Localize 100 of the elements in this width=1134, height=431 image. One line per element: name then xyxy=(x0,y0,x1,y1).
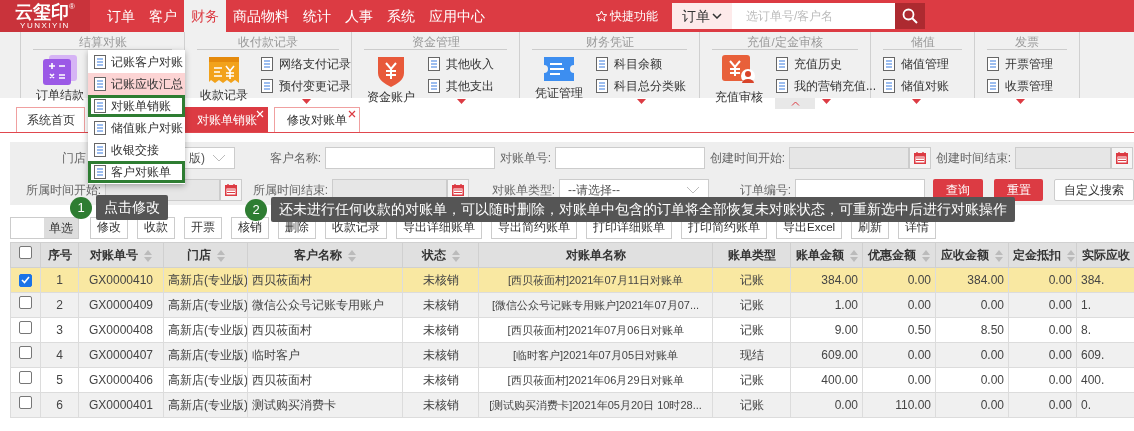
table-cell: 0.00 xyxy=(1048,323,1072,337)
ribbon-menu-item[interactable]: 充值历史 xyxy=(776,55,876,73)
chevron-down-icon xyxy=(212,154,226,162)
table-row[interactable]: 2 GX0000409 高新店(专业版) 微信公众号记账专用账户 未核销 [微信公众号记账专用账户]2021年07月07... 记账 1.00 0.00 0.00 0.00 1. xyxy=(10,292,1134,318)
table-row[interactable]: 3 GX0000408 高新店(专业版) 西贝莜面村 未核销 [西贝莜面村]2021年07月06日对账单 记账 9.00 0.50 8.50 0.00 8. xyxy=(10,317,1134,343)
table-cell: 3 xyxy=(56,323,63,337)
checkbox[interactable] xyxy=(19,296,32,309)
table-cell: 西贝莜面村 xyxy=(252,323,312,337)
nav-tab[interactable]: 订单 xyxy=(100,0,142,32)
ribbon-menu-item[interactable]: 储值对账 xyxy=(883,77,949,95)
ribbon-button[interactable]: 资金账户 xyxy=(364,55,418,106)
table-cell: 未核销 xyxy=(422,298,459,312)
column-header[interactable]: 优惠金额 xyxy=(862,242,936,268)
table-cell: 0.00 xyxy=(907,373,931,387)
ribbon-menu-item[interactable]: 科目总分类账 xyxy=(596,77,686,95)
search-field[interactable]: 选订单号/客户名 xyxy=(732,3,895,29)
document-icon xyxy=(94,55,106,69)
toolbar-button[interactable]: 开票 xyxy=(184,217,222,239)
dropdown-menu-item[interactable]: 记账应收汇总 xyxy=(88,73,185,95)
column-header[interactable]: 账单金额 xyxy=(790,242,863,268)
calendar-button[interactable] xyxy=(909,147,931,169)
checkbox[interactable] xyxy=(19,371,32,384)
ribbon-menu-item[interactable]: 其他支出 xyxy=(428,77,494,95)
search-scope-dropdown[interactable]: 订单 xyxy=(672,3,732,29)
checkbox[interactable] xyxy=(19,273,32,287)
logo-subtitle: YUNXIYIN xyxy=(20,21,70,30)
table-cell: 0.00 xyxy=(1048,398,1072,412)
shield-icon xyxy=(376,55,406,87)
nav-tab[interactable]: 商品物料 xyxy=(226,0,296,32)
dropdown-menu-item[interactable]: 客户对账单 xyxy=(88,161,185,183)
table-cell: GX0000401 xyxy=(88,398,154,412)
ribbon-menu-item[interactable]: 其他收入 xyxy=(428,55,494,73)
column-header[interactable]: 状态 xyxy=(402,242,479,268)
table-row[interactable]: 6 GX0000401 高新店(专业版) 测试购买消费卡 未核销 [测试购买消费卡]2021年05月20日 10时28... 记账 0.00 110.00 0.00 0.00 0. xyxy=(10,392,1134,418)
close-icon[interactable] xyxy=(348,110,356,118)
dropdown-menu-item[interactable]: 记账客户对账 xyxy=(88,51,185,73)
document-icon xyxy=(94,99,106,113)
table-cell: 384. xyxy=(1081,273,1105,287)
table-row[interactable]: 1 GX0000410 高新店(专业版) 西贝莜面村 未核销 [西贝莜面村]2021年07月11日对账单 记账 384.00 0.00 384.00 0.00 384. xyxy=(10,267,1134,293)
table-cell: [临时客户]2021年07月05日对账单 xyxy=(512,348,679,361)
ribbon-button[interactable]: 收款记录 xyxy=(197,55,251,104)
ribbon-menu-item[interactable]: 我的营销充值... xyxy=(776,77,876,95)
filter-button[interactable]: 自定义搜索 xyxy=(1054,179,1134,201)
column-header[interactable]: 应收金额 xyxy=(935,242,1009,268)
logo[interactable]: 云玺印® YUNXIYIN xyxy=(0,0,90,32)
checkbox[interactable] xyxy=(19,396,32,409)
column-header[interactable]: 定金抵扣 xyxy=(1008,242,1077,268)
table-cell: 未核销 xyxy=(422,373,459,387)
column-header[interactable]: 门店 xyxy=(163,242,248,268)
calendar-icon xyxy=(1116,152,1128,164)
table-cell: 5 xyxy=(56,373,63,387)
dropdown-menu-item[interactable]: 对账单销账 xyxy=(88,95,185,117)
field-label: 客户名称: xyxy=(268,150,322,167)
column-header: 账单类型 xyxy=(712,242,791,268)
quick-access-link[interactable]: 快捷功能 xyxy=(595,7,658,25)
table-row[interactable]: 5 GX0000406 高新店(专业版) 西贝莜面村 未核销 [西贝莜面村]2021年06月29日对账单 记账 400.00 0.00 0.00 0.00 400. xyxy=(10,367,1134,393)
checkbox[interactable] xyxy=(19,346,32,359)
column-header[interactable]: 客户名称 xyxy=(247,242,403,268)
page-tab[interactable]: 对账单销账 xyxy=(185,107,268,132)
table-cell: 高新店(专业版) xyxy=(168,298,247,312)
field-label: 门店 xyxy=(61,150,87,167)
table-cell: 0.00 xyxy=(980,348,1004,362)
filter-button[interactable]: 重置 xyxy=(993,179,1044,201)
table-cell: 9.00 xyxy=(834,323,858,337)
select-mode-toggle[interactable]: 单选 xyxy=(10,217,79,239)
checkbox[interactable] xyxy=(19,246,32,259)
table-cell: 高新店(专业版) xyxy=(168,373,247,387)
page-tab[interactable]: 修改对账单 xyxy=(274,107,360,132)
ribbon-menu-item[interactable]: 收票管理 xyxy=(987,77,1053,95)
ribbon-menu-item[interactable]: 开票管理 xyxy=(987,55,1053,73)
ribbon-menu-item[interactable]: 科目余额 xyxy=(596,55,686,73)
search-button[interactable] xyxy=(895,3,925,29)
table-cell: 0.00 xyxy=(1048,348,1072,362)
table-row[interactable]: 4 GX0000407 高新店(专业版) 临时客户 未核销 [临时客户]2021年07月05日对账单 现结 609.00 0.00 0.00 0.00 609. xyxy=(10,342,1134,368)
document-icon xyxy=(94,121,106,135)
ribbon-button[interactable]: 充值审核 xyxy=(712,55,766,106)
dropdown-menu-item[interactable]: 储值账户对账 xyxy=(88,117,185,139)
nav-tab[interactable]: 财务 xyxy=(184,0,226,32)
column-header[interactable]: 对账单号 xyxy=(78,242,164,268)
input-field[interactable] xyxy=(325,147,495,169)
nav-tab[interactable]: 统计 xyxy=(296,0,338,32)
ribbon-menu-item[interactable]: 储值管理 xyxy=(883,55,949,73)
checkbox[interactable] xyxy=(19,321,32,334)
date-field[interactable] xyxy=(789,147,909,169)
calendar-button[interactable] xyxy=(1111,147,1133,169)
ribbon-button[interactable]: 凭证管理 xyxy=(532,55,586,102)
date-field[interactable] xyxy=(1015,147,1111,169)
calendar-button[interactable] xyxy=(220,179,242,201)
ribbon-button[interactable]: 订单结款 xyxy=(33,55,87,104)
nav-tab[interactable]: 系统 xyxy=(380,0,422,32)
ribbon-menu-item[interactable]: 网络支付记录 xyxy=(261,55,351,73)
nav-tab[interactable]: 应用中心 xyxy=(422,0,492,32)
nav-tab[interactable]: 客户 xyxy=(142,0,184,32)
nav-tab[interactable]: 人事 xyxy=(338,0,380,32)
column-header: 实际应收 xyxy=(1076,242,1134,268)
page-tab[interactable]: 系统首页 xyxy=(16,107,85,132)
dropdown-menu-item[interactable]: 收银交接 xyxy=(88,139,185,161)
ribbon-menu-item[interactable]: 预付变更记录 xyxy=(261,77,351,95)
toolbar-button[interactable]: 核销 xyxy=(231,217,269,239)
input-field[interactable] xyxy=(555,147,705,169)
